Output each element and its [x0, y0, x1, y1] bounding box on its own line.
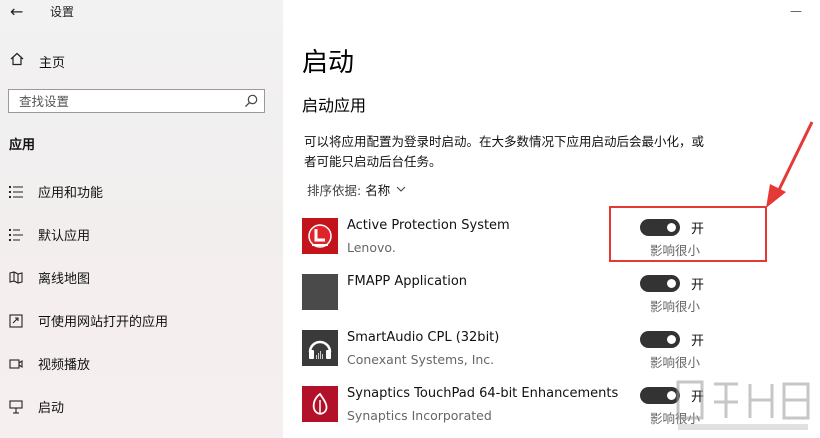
video-playback-icon: [8, 356, 24, 372]
list-item: SmartAudio CPL (32bit) Conexant Systems,…: [302, 324, 722, 380]
window-controls: —: [790, 4, 804, 18]
chevron-down-icon: [396, 184, 406, 195]
headphones-icon: [302, 330, 338, 366]
sidebar-item-apps-for-websites[interactable]: 可使用网站打开的应用: [8, 299, 278, 342]
app-name: Synaptics TouchPad 64-bit Enhancements: [347, 386, 619, 401]
description-text: 可以将应用配置为登录时启动。在大多数情况下应用启动后会最小化，或者可能只启动后台…: [304, 134, 705, 169]
sidebar-item-video-playback[interactable]: 视频播放: [8, 342, 278, 385]
startup-icon: [8, 399, 24, 415]
search-icon[interactable]: [243, 93, 259, 109]
sidebar-item-label: 可使用网站打开的应用: [38, 315, 169, 330]
annotation-arrow-icon: [766, 121, 814, 208]
minimize-icon[interactable]: —: [790, 4, 804, 18]
annotation-highlight-box: [609, 206, 767, 262]
apps-for-websites-icon: [8, 313, 24, 329]
toggle-knob: [667, 335, 676, 344]
watermark-logo-icon: [676, 380, 810, 430]
title-bar: ← 设置: [0, 0, 283, 24]
page-title: 启动: [302, 48, 355, 78]
back-arrow-icon[interactable]: ←: [10, 2, 23, 21]
search-box[interactable]: [8, 89, 265, 113]
default-apps-icon: [8, 227, 24, 243]
sidebar-item-apps-features[interactable]: 应用和功能: [8, 170, 278, 213]
startup-toggle[interactable]: [640, 275, 680, 292]
sidebar: ← 设置 主页 应用 应用和功能 默认应用: [0, 0, 283, 438]
home-icon: [10, 52, 28, 70]
startup-toggle[interactable]: [640, 331, 680, 348]
synaptics-icon: [302, 386, 338, 422]
sidebar-item-label: 视频播放: [38, 358, 91, 373]
sidebar-item-label: 应用和功能: [38, 186, 104, 201]
sidebar-item-default-apps[interactable]: 默认应用: [8, 213, 278, 256]
sort-dropdown[interactable]: 排序依据: 名称: [307, 180, 406, 199]
list-item: FMAPP Application 开 影响很小: [302, 268, 722, 324]
startup-impact: 影响很小: [650, 355, 701, 370]
app-publisher: Synaptics Incorporated: [347, 408, 492, 423]
sidebar-nav: 应用和功能 默认应用 离线地图 可使用网站打开的应用 视频播放 启动: [8, 170, 278, 428]
sidebar-item-label: 默认应用: [38, 229, 91, 244]
toggle-knob: [667, 279, 676, 288]
sort-value: 名称: [365, 183, 391, 198]
sidebar-item-startup[interactable]: 启动: [8, 385, 278, 428]
section-subtitle: 启动应用: [302, 96, 367, 115]
app-name: Active Protection System: [347, 218, 510, 233]
app-publisher: Conexant Systems, Inc.: [347, 352, 495, 367]
toggle-state-label: 开: [691, 278, 705, 293]
app-name: SmartAudio CPL (32bit): [347, 330, 500, 345]
home-label: 主页: [39, 55, 66, 71]
offline-maps-icon: [8, 270, 24, 286]
sidebar-item-label: 启动: [38, 401, 65, 416]
search-input[interactable]: [9, 90, 239, 112]
app-publisher: Lenovo.: [347, 240, 396, 255]
active-protection-icon: [302, 218, 338, 254]
fmapp-icon: [302, 274, 338, 310]
sidebar-item-offline-maps[interactable]: 离线地图: [8, 256, 278, 299]
startup-impact: 影响很小: [650, 299, 701, 314]
window-title: 设置: [50, 5, 75, 19]
sort-label: 排序依据:: [307, 183, 362, 198]
section-heading-apps: 应用: [9, 138, 36, 153]
apps-features-icon: [8, 184, 24, 200]
sidebar-item-label: 离线地图: [38, 272, 91, 287]
list-item: Synaptics TouchPad 64-bit Enhancements S…: [302, 380, 722, 436]
app-name: FMAPP Application: [347, 274, 468, 289]
toggle-state-label: 开: [691, 334, 705, 349]
home-nav-item[interactable]: 主页: [10, 51, 65, 71]
